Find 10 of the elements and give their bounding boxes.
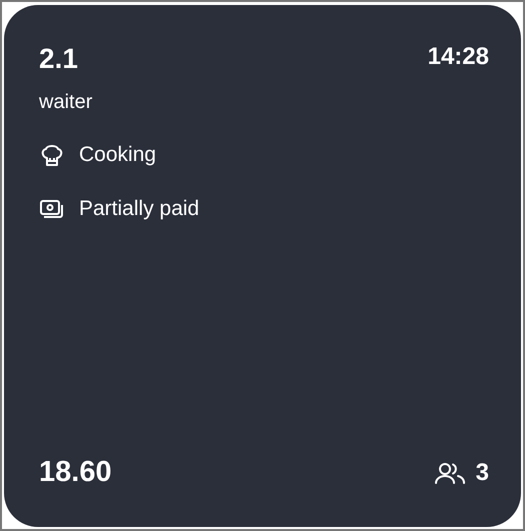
people-icon: [434, 462, 466, 484]
guest-count: 3: [476, 458, 489, 486]
status-label: Partially paid: [79, 197, 200, 221]
chef-hat-icon: [39, 142, 65, 168]
table-number: 2.1: [39, 43, 78, 75]
status-label: Cooking: [79, 143, 156, 167]
order-total: 18.60: [39, 456, 112, 489]
order-time: 14:28: [428, 43, 489, 71]
order-card[interactable]: 2.1 14:28 waiter Cooking Partially paid 18.60 3: [4, 5, 521, 527]
waiter-name: waiter: [39, 91, 92, 114]
